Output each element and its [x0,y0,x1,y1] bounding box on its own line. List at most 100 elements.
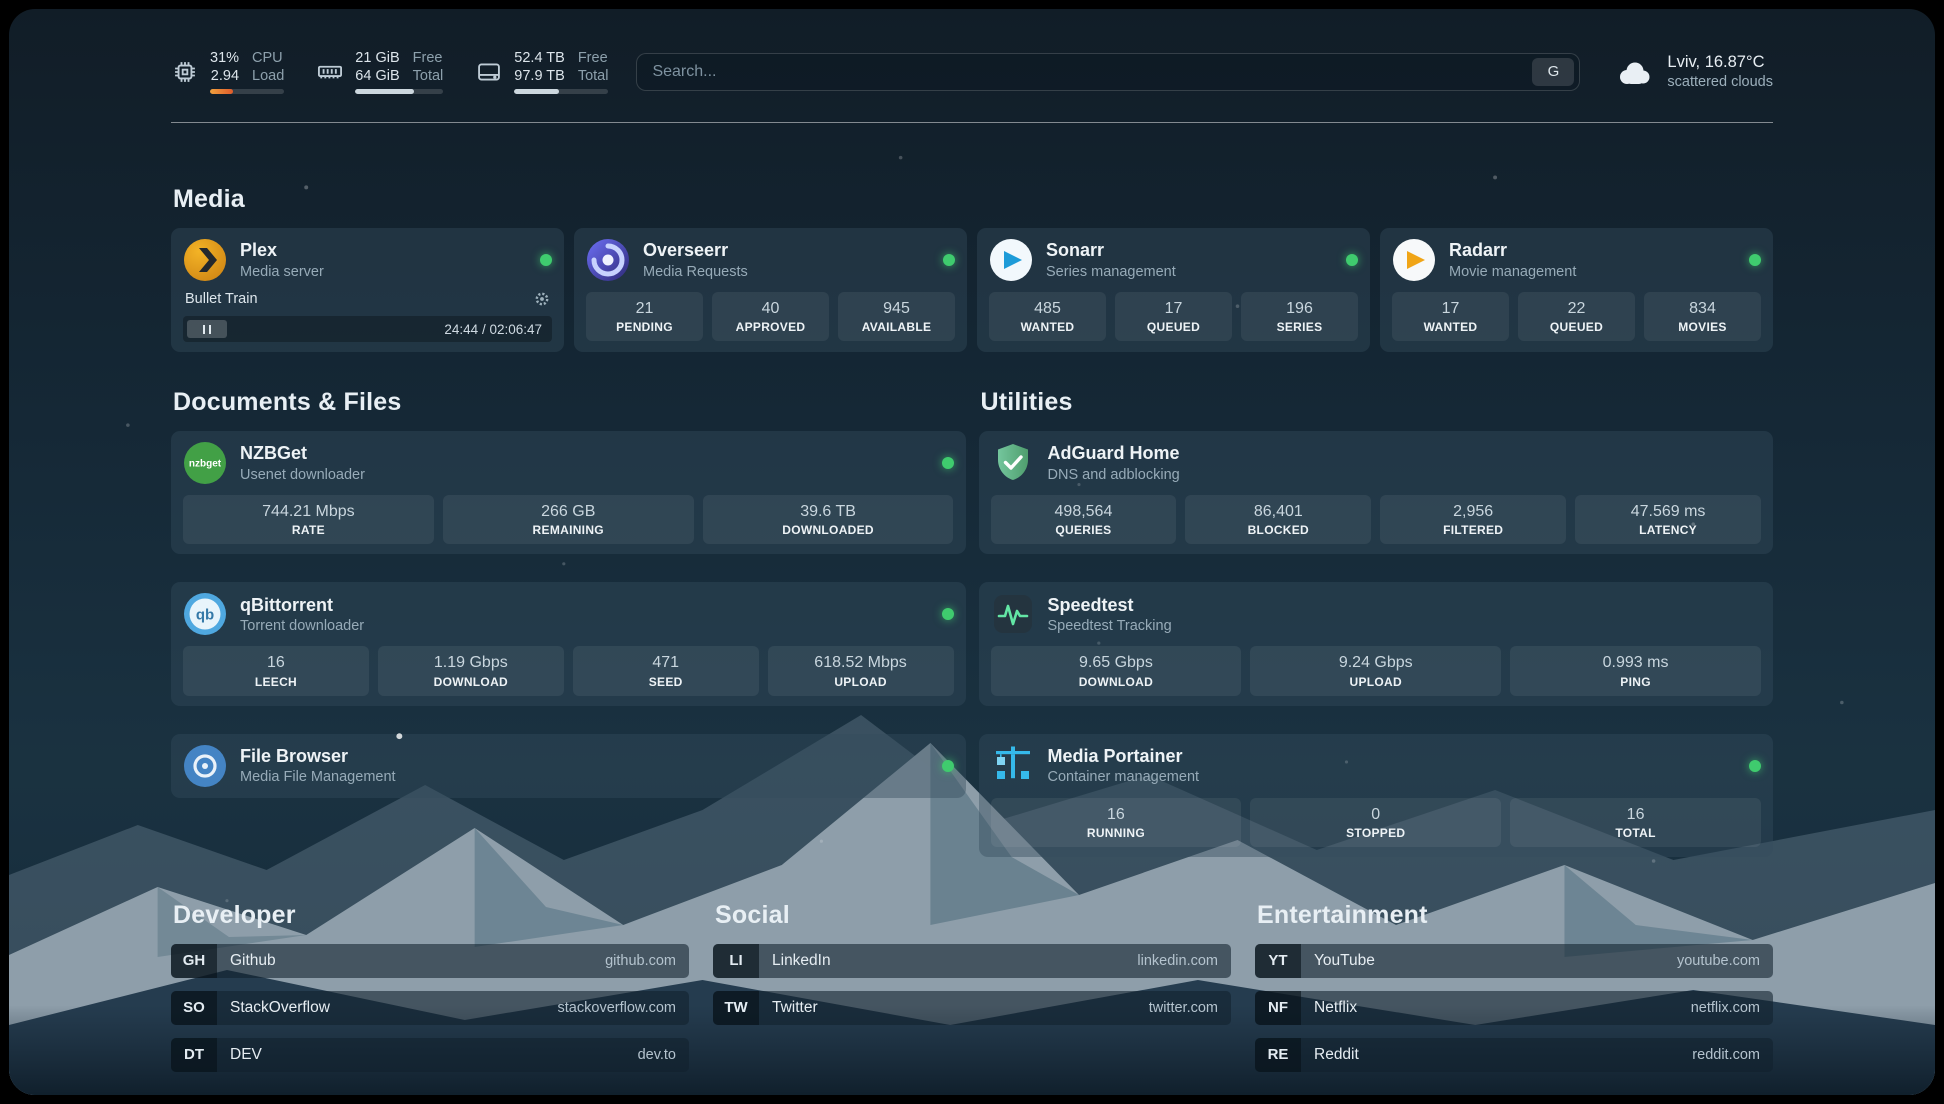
search-input[interactable] [652,63,1532,81]
bookmark-abbr: LI [713,944,759,978]
stat-label: PING [1516,675,1755,689]
bookmark-abbr: DT [171,1038,217,1072]
memory-widget: 21 GiBFree64 GiBTotal [316,49,443,94]
service-subtitle: Media server [240,264,324,280]
bookmark-netflix[interactable]: NFNetflixnetflix.com [1255,991,1773,1025]
stat-value: 9.65 Gbps [997,653,1236,672]
bookmark-abbr: TW [713,991,759,1025]
stat-label: LATENCY [1581,523,1755,537]
stat-label: UPLOAD [774,675,948,689]
plex-icon [183,238,227,282]
service-stats-row: 485WANTED17QUEUED196SERIES [989,292,1358,341]
bookmark-url: linkedin.com [1137,953,1218,969]
stat-value: 1.19 Gbps [384,653,558,672]
stat-label: FILTERED [1386,523,1560,537]
stat-value: 834 [1650,299,1755,318]
service-card-speedtest[interactable]: SpeedtestSpeedtest Tracking 9.65 GbpsDOWN… [979,582,1774,705]
service-stats-row: 9.65 GbpsDOWNLOAD9.24 GbpsUPLOAD0.993 ms… [991,646,1762,695]
bookmark-linkedin[interactable]: LI LinkedIn linkedin.com [713,944,1231,978]
bookmarks-area: Developer GHGithubgithub.com SOStackOverfl… [171,901,1773,1072]
service-card-radarr[interactable]: RadarrMovie management17WANTED22QUEUED83… [1380,228,1773,352]
stat-value: 0 [1256,805,1495,824]
service-meta: SpeedtestSpeedtest Tracking [1048,595,1172,635]
service-header: nzbgetNZBGetUsenet downloader [183,441,954,485]
service-card-qbittorrent[interactable]: qbqBittorrentTorrent downloader16LEECH1.… [171,582,966,705]
service-stats-row: 498,564QUERIES86,401BLOCKED2,956FILTERED… [991,495,1762,544]
service-stat: 1.19 GbpsDOWNLOAD [378,646,564,695]
bookmark-reddit[interactable]: RERedditreddit.com [1255,1038,1773,1072]
stat-value: 744.21 Mbps [189,502,428,521]
service-card-nzbget[interactable]: nzbgetNZBGetUsenet downloader 744.21 Mbps… [171,431,966,554]
memory-value: 64 GiB [355,67,399,85]
bookmark-abbr: NF [1255,991,1301,1025]
bookmark-name: DEV [230,1046,262,1064]
service-stat: 16 RUNNING [991,798,1242,847]
bookmark-stackoverflow[interactable]: SOStackOverflowstackoverflow.com [171,991,689,1025]
stat-label: RATE [189,523,428,537]
service-meta: OverseerrMedia Requests [643,240,748,280]
search-provider-button[interactable]: G [1532,58,1574,86]
stat-label: RUNNING [997,826,1236,840]
service-header: PlexMedia server [183,238,552,282]
service-card-adguard-home[interactable]: AdGuard HomeDNS and adblocking498,564QUE… [979,431,1774,554]
service-stat: 86,401BLOCKED [1185,495,1371,544]
group-utilities: Utilities AdGuard HomeDNS and adblocking… [979,388,1774,857]
service-card-plex[interactable]: PlexMedia serverBullet Train24:44 / 02:0… [171,228,564,352]
bookmark-dev[interactable]: DT DEV dev.to [171,1038,689,1072]
service-card-media-portainer[interactable]: Media PortainerContainer management 16 RUN… [979,734,1774,857]
service-stat: 0STOPPED [1250,798,1501,847]
stat-value: 47.569 ms [1581,502,1755,521]
bookmark-url: twitter.com [1149,1000,1218,1016]
resource-widgets: 31%CPU2.94Load21 GiBFree64 GiBTotal52.4 … [171,49,608,94]
stat-value: 16 [997,805,1236,824]
bookmark-github[interactable]: GHGithubgithub.com [171,944,689,978]
stat-value: 21 [592,299,697,318]
stat-value: 86,401 [1191,502,1365,521]
service-stat: 266 GBREMAINING [443,495,694,544]
stat-value: 16 [1516,805,1755,824]
settings-gear-icon[interactable] [534,291,550,307]
search-box: G [636,53,1580,91]
service-stat: 0.993 msPING [1510,646,1761,695]
service-card-overseerr[interactable]: OverseerrMedia Requests21PENDING40APPROV… [574,228,967,352]
service-subtitle: Speedtest Tracking [1048,618,1172,634]
service-name: Overseerr [643,240,748,261]
status-online-dot [540,254,552,266]
stat-value: 498,564 [997,502,1171,521]
memory-value: 21 GiB [355,49,399,67]
service-card-sonarr[interactable]: SonarrSeries management485WANTED17QUEUED… [977,228,1370,352]
bookmark-group-title: Developer [173,901,689,930]
sonarr-icon [989,238,1033,282]
bookmark-twitter[interactable]: TWTwittertwitter.com [713,991,1231,1025]
dashboard-screen: 31%CPU2.94Load21 GiBFree64 GiBTotal52.4 … [9,9,1935,1095]
weather-text: Lviv, 16.87°C scattered clouds [1667,53,1773,90]
service-card-file-browser[interactable]: File BrowserMedia File Management [171,734,966,798]
top-bar: 31%CPU2.94Load21 GiBFree64 GiBTotal52.4 … [171,9,1773,94]
service-meta: File BrowserMedia File Management [240,746,396,786]
weather-widget: Lviv, 16.87°C scattered clouds [1614,53,1773,90]
memory-label: Total [413,67,444,85]
service-stat: 498,564QUERIES [991,495,1177,544]
pause-button[interactable] [187,320,227,338]
bookmark-abbr: RE [1255,1038,1301,1072]
disk-usage-fill [514,89,558,94]
stat-label: SEED [579,675,753,689]
cloud-icon [1614,56,1654,88]
stat-label: REMAINING [449,523,688,537]
media-player-bar: 24:44 / 02:06:47 [183,316,552,342]
filebrowser-icon [183,744,227,788]
service-meta: RadarrMovie management [1449,240,1576,280]
service-meta: qBittorrentTorrent downloader [240,595,364,635]
cpu-value: 2.94 [210,67,239,85]
stat-value: 9.24 Gbps [1256,653,1495,672]
service-header: Media PortainerContainer management [991,744,1762,788]
bookmark-url: dev.to [638,1047,676,1063]
service-stats-row: 16LEECH1.19 GbpsDOWNLOAD471SEED618.52 Mb… [183,646,954,695]
service-header: RadarrMovie management [1392,238,1761,282]
bookmark-group-title: Entertainment [1257,901,1773,930]
bookmark-youtube[interactable]: YTYouTubeyoutube.com [1255,944,1773,978]
disk-value: 97.9 TB [514,67,565,85]
bookmark-name: LinkedIn [772,952,831,970]
disk-value: 52.4 TB [514,49,565,67]
search-bar: G [636,53,1580,91]
